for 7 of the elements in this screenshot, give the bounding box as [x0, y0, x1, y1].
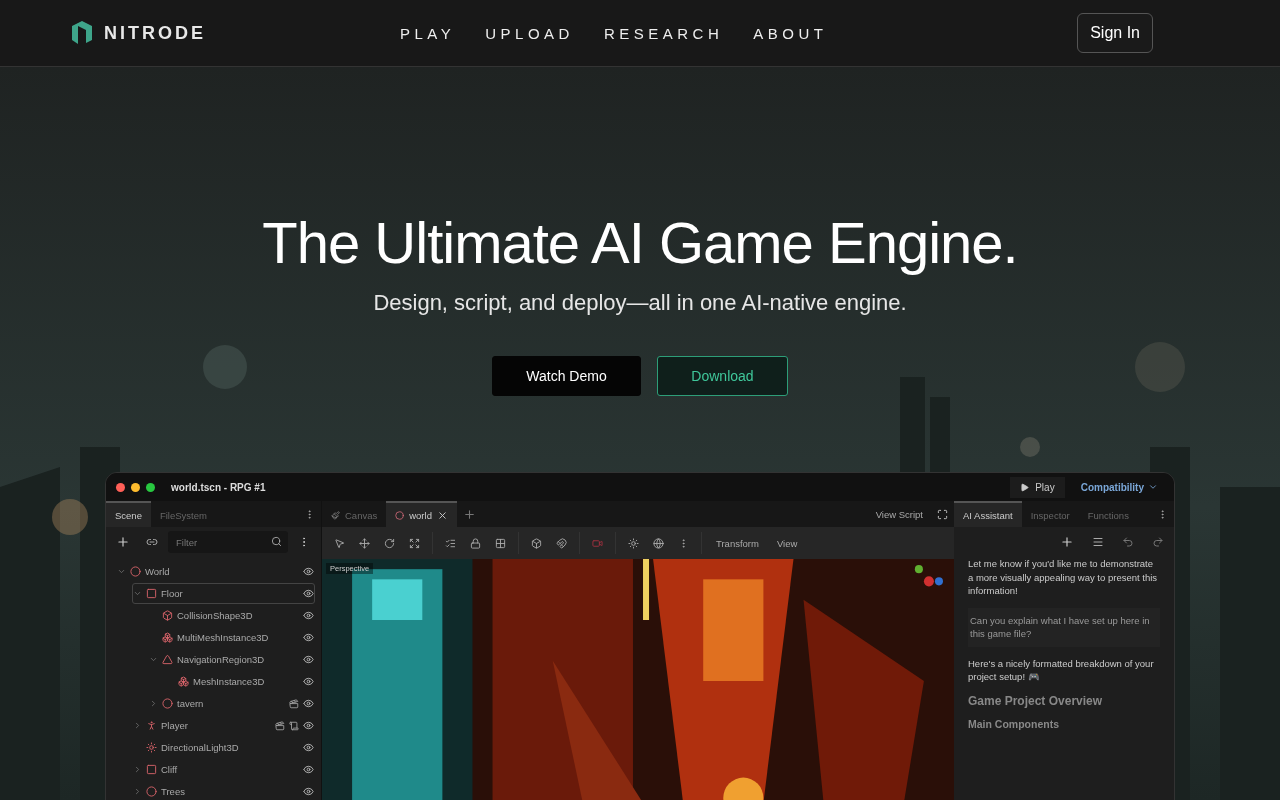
nav-link[interactable]: ABOUT [753, 24, 828, 42]
sign-in-button[interactable]: Sign In [1077, 13, 1153, 53]
logo-text: NITRODE [104, 22, 206, 44]
nav-link[interactable]: PLAY [400, 24, 456, 42]
logo-icon [70, 20, 94, 46]
nav-link[interactable]: RESEARCH [603, 24, 724, 42]
nav-link[interactable]: UPLOAD [485, 24, 574, 42]
